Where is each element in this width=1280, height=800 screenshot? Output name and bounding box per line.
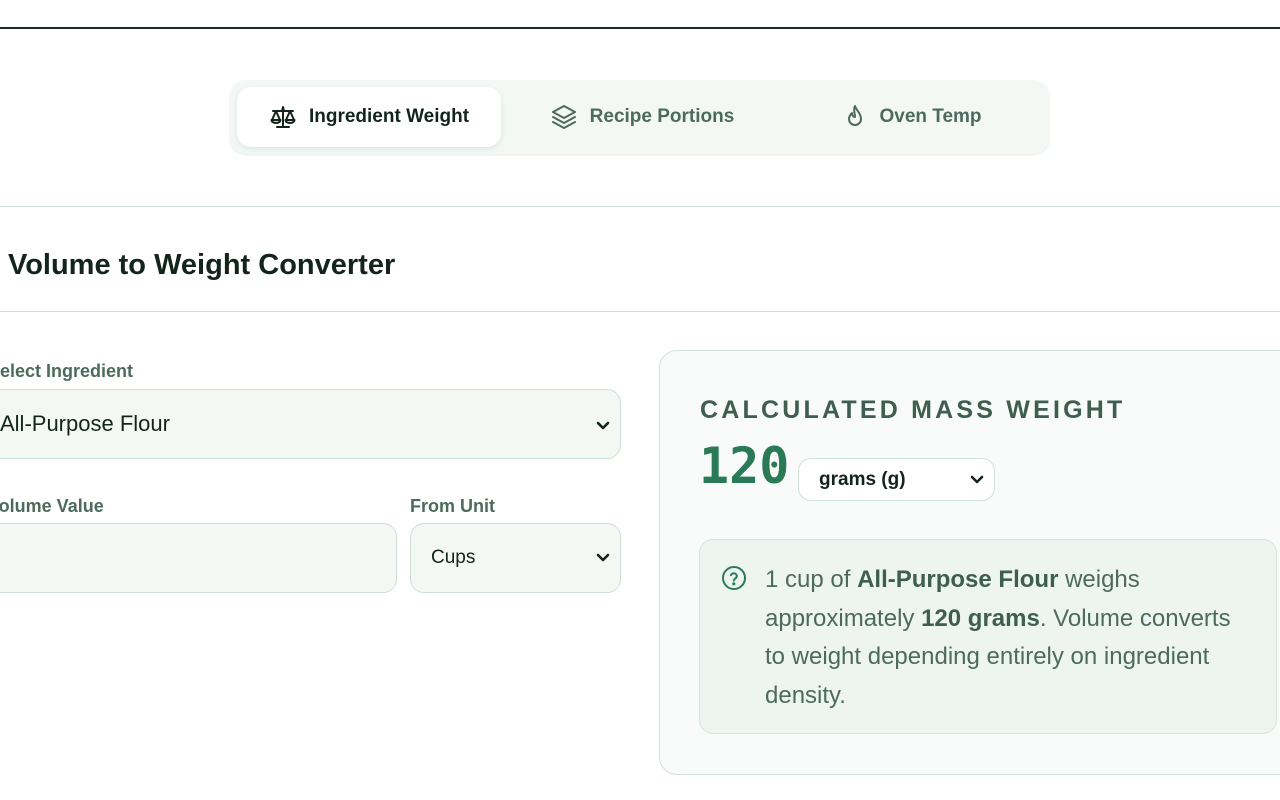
from-unit-select[interactable]: Cups [410, 523, 621, 593]
tab-label: Oven Temp [879, 106, 982, 127]
section-divider [0, 206, 1280, 207]
scale-icon [269, 104, 297, 130]
tab-oven-temp[interactable]: Oven Temp [783, 87, 1042, 147]
ingredient-select[interactable]: All-Purpose Flour [0, 389, 621, 459]
layers-icon [550, 103, 578, 131]
volume-label: Volume Value [0, 496, 104, 516]
converter-title: Volume to Weight Converter [8, 249, 396, 281]
result-unit-value: grams (g) [819, 468, 906, 490]
from-unit-value: Cups [431, 547, 476, 568]
tab-recipe-portions[interactable]: Recipe Portions [511, 87, 773, 147]
ingredient-value: All-Purpose Flour [0, 411, 170, 436]
result-value: 120 [699, 437, 790, 495]
tab-bar: Ingredient Weight Recipe Portions Oven T… [230, 80, 1049, 154]
tab-label: Recipe Portions [589, 106, 735, 127]
info-amount: 120 grams [921, 604, 1040, 632]
from-unit-label: From Unit [410, 496, 495, 516]
chevron-down-icon [596, 547, 610, 569]
info-text: 1 cup of All-Purpose Flour weighs approx… [765, 561, 1255, 715]
result-heading: CALCULATED MASS WEIGHT [700, 396, 1126, 424]
ingredient-label: Select Ingredient [0, 361, 134, 381]
flame-icon [843, 103, 867, 131]
info-prefix: 1 cup of [765, 566, 858, 593]
tab-ingredient-weight[interactable]: Ingredient Weight [237, 87, 501, 147]
help-circle-icon [721, 565, 747, 596]
chevron-down-icon [970, 469, 984, 491]
chevron-down-icon [596, 411, 610, 437]
top-divider [0, 27, 1280, 29]
header-divider [0, 311, 1280, 312]
tab-label: Ingredient Weight [308, 106, 470, 127]
volume-input[interactable] [0, 523, 397, 593]
result-unit-select[interactable]: grams (g) [798, 458, 995, 501]
info-ingredient: All-Purpose Flour [857, 566, 1059, 593]
